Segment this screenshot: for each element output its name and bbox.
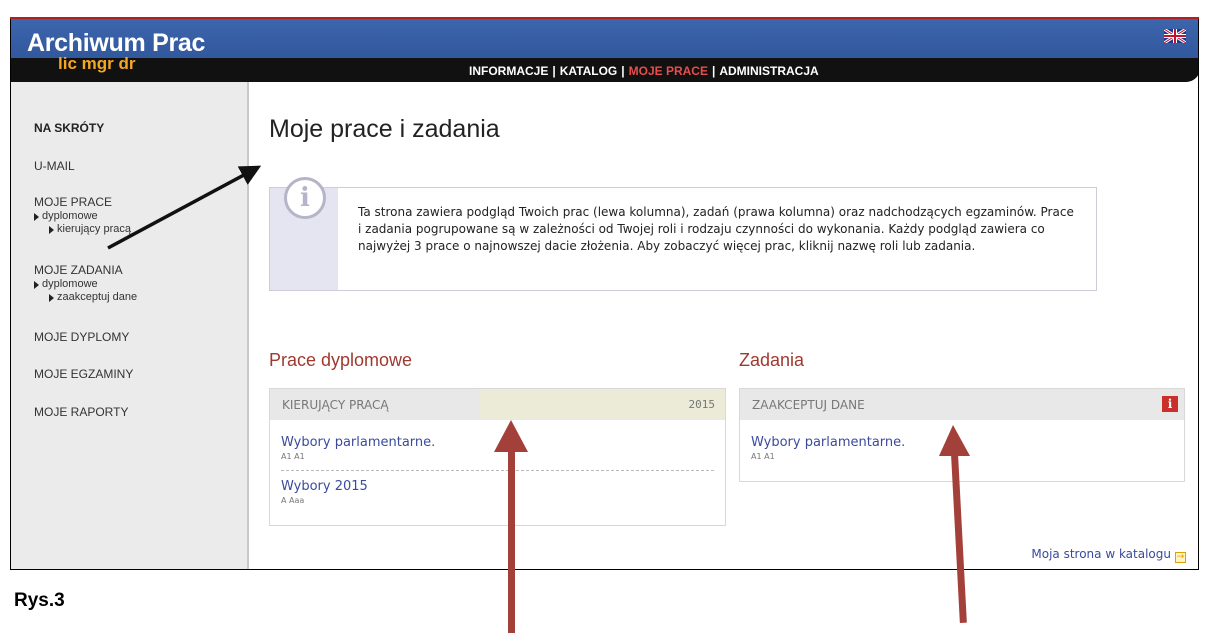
sidebar-sub-dyplomowe[interactable]: dyplomowe [34, 210, 98, 222]
panel-zadania: ZAAKCEPTUJ DANE i Wybory parlamentarne. … [739, 388, 1185, 482]
main-content: Moje prace i zadania i Ta strona zawiera… [251, 82, 1198, 569]
top-accent-line [10, 17, 1199, 19]
header: Archiwum Prac lic mgr dr INFORMACJE | KATA… [11, 18, 1198, 82]
sidebar-item-moje-egzaminy[interactable]: MOJE EGZAMINY [34, 367, 133, 381]
nav-separator: | [552, 64, 556, 78]
app-frame: Archiwum Prac lic mgr dr INFORMACJE | KATA… [10, 17, 1199, 570]
nav-informacje[interactable]: INFORMACJE [469, 64, 548, 78]
list-item: Wybory parlamentarne. A1 A1 [751, 435, 905, 461]
nav-administracja[interactable]: ADMINISTRACJA [719, 64, 818, 78]
sidebar-item-moje-raporty[interactable]: MOJE RAPORTY [34, 405, 128, 419]
thesis-title-link[interactable]: Wybory parlamentarne. [751, 435, 905, 450]
panel-prace-header: KIERUJĄCY PRACĄ 2015 [270, 389, 725, 420]
list-item: Wybory 2015 A Aaa [281, 479, 368, 505]
app-subtitle: lic mgr dr [58, 54, 136, 73]
nav-separator: | [621, 64, 625, 78]
entry-divider [281, 470, 714, 471]
catalog-page-link[interactable]: Moja strona w katalogu → [1031, 547, 1186, 563]
catalog-link-label: Moja strona w katalogu [1031, 547, 1171, 561]
thesis-author: A1 A1 [281, 452, 305, 461]
role-kierujacy-praca-link[interactable]: KIERUJĄCY PRACĄ [282, 398, 389, 412]
sidebar-sub-kierujacy-praca[interactable]: kierujący pracą [49, 223, 131, 235]
sidebar-item-moje-zadania[interactable]: MOJE ZADANIA [34, 263, 123, 277]
nav-moje-prace[interactable]: MOJE PRACE [629, 64, 708, 78]
thesis-author: A Aaa [281, 496, 305, 505]
page-title: Moje prace i zadania [269, 115, 500, 143]
info-icon: i [284, 177, 326, 219]
thesis-title-link[interactable]: Wybory parlamentarne. [281, 435, 435, 450]
thesis-author: A1 A1 [751, 452, 775, 461]
sidebar-item-moje-prace[interactable]: MOJE PRACE [34, 195, 112, 209]
nav-separator: | [711, 64, 716, 78]
top-nav: INFORMACJE | KATALOG | MOJE PRACE | ADMINISTRA… [469, 64, 819, 78]
task-zaakceptuj-dane-link[interactable]: ZAAKCEPTUJ DANE [752, 398, 865, 412]
info-box: i Ta strona zawiera podgląd Twoich prac … [269, 177, 1097, 291]
panel-year: 2015 [479, 389, 725, 420]
section-title-zadania: Zadania [739, 350, 805, 370]
sidebar-item-umail[interactable]: U-MAIL [34, 159, 75, 173]
sidebar-heading: NA SKRÓTY [34, 121, 105, 135]
figure-caption: Rys.3 [14, 590, 65, 611]
sidebar-sub-zaakceptuj-dane[interactable]: zaakceptuj dane [49, 291, 137, 303]
info-badge-icon[interactable]: i [1162, 396, 1178, 412]
nav-katalog[interactable]: KATALOG [560, 64, 618, 78]
thesis-title-link[interactable]: Wybory 2015 [281, 479, 368, 494]
uk-flag-icon[interactable] [1164, 29, 1186, 43]
info-text: Ta strona zawiera podgląd Twoich prac (l… [358, 205, 1074, 253]
sidebar-sub-zadania-dyplomowe[interactable]: dyplomowe [34, 278, 98, 290]
external-arrow-icon: → [1175, 552, 1186, 563]
panel-zadania-header: ZAAKCEPTUJ DANE i [740, 389, 1184, 420]
sidebar: NA SKRÓTY U-MAIL MOJE PRACE dyplomowe ki… [11, 82, 249, 569]
section-title-prace: Prace dyplomowe [269, 350, 413, 370]
sidebar-item-moje-dyplomy[interactable]: MOJE DYPLOMY [34, 330, 129, 344]
panel-prace: KIERUJĄCY PRACĄ 2015 Wybory parlamentarn… [269, 388, 726, 526]
list-item: Wybory parlamentarne. A1 A1 [281, 435, 435, 461]
